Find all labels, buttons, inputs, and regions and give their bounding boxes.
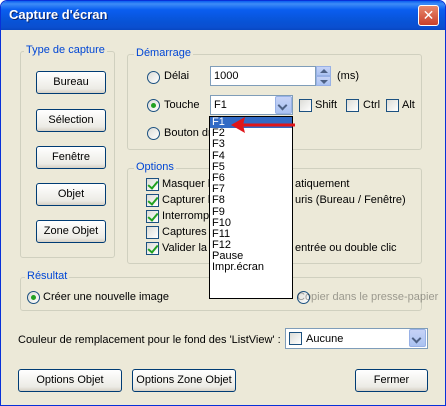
alt-label: Alt (402, 99, 415, 111)
key-radio[interactable] (147, 99, 160, 112)
window-title: Capture d'écran (9, 7, 108, 22)
close-icon[interactable]: ✕ (418, 5, 439, 26)
button-radio[interactable] (147, 127, 160, 140)
selection-button[interactable]: Sélection (36, 109, 106, 132)
objet-button[interactable]: Objet (36, 183, 106, 206)
option-tail-4: entrée ou double clic (295, 242, 397, 254)
key-option[interactable]: F3 (210, 139, 292, 150)
shift-checkbox[interactable] (299, 99, 312, 112)
options-zone-object-button[interactable]: Options Zone Objet (132, 369, 236, 392)
option-checkbox-4[interactable] (146, 242, 159, 255)
option-checkbox-1[interactable] (146, 194, 159, 207)
startup-legend: Démarrage (134, 47, 194, 59)
option-tail-0: atiquement (295, 178, 350, 190)
delay-unit: (ms) (337, 70, 359, 82)
listview-chevron-down-icon[interactable] (409, 329, 426, 347)
option-label-2: Interrompr (162, 210, 213, 222)
option-checkbox-0[interactable] (146, 178, 159, 191)
key-dropdown-list[interactable]: F1 F2 F3 F4 F5 F6 F7 F8 F9 F10 F11 F12 P… (209, 116, 293, 299)
option-tail-1: uris (Bureau / Fenêtre) (295, 194, 406, 206)
delay-input[interactable]: 1000 (210, 66, 316, 86)
option-label-4: Valider la s (162, 242, 216, 254)
delay-label: Délai (164, 70, 190, 82)
key-option[interactable]: F8 (210, 195, 292, 206)
key-option[interactable]: F9 (210, 206, 292, 218)
bureau-button[interactable]: Bureau (36, 71, 106, 94)
option-label-0: Masquer l (162, 178, 211, 190)
capture-type-legend: Type de capture (24, 44, 107, 56)
listview-color-label: Couleur de remplacement pour le fond des… (18, 334, 281, 346)
listview-color-value: Aucune (306, 333, 344, 345)
ctrl-checkbox[interactable] (346, 99, 359, 112)
delay-radio[interactable] (147, 71, 160, 84)
key-dropdown-chevron-down-icon[interactable] (275, 96, 292, 114)
options-object-button[interactable]: Options Objet (18, 369, 122, 392)
ctrl-label: Ctrl (363, 99, 381, 111)
option-checkbox-2[interactable] (146, 210, 159, 223)
delay-decrement-icon[interactable] (316, 76, 331, 86)
result-legend: Résultat (25, 270, 70, 282)
key-label: Touche (164, 99, 200, 111)
clipboard-label: Copier dans le presse-papier (297, 291, 439, 303)
listview-color-swatch (289, 332, 302, 345)
shift-label: Shift (315, 99, 338, 111)
close-button[interactable]: Fermer (355, 369, 428, 392)
red-arrow-icon (231, 117, 295, 133)
title-bar[interactable]: Capture d'écran ✕ (1, 1, 445, 30)
option-checkbox-3[interactable] (146, 226, 159, 239)
new-image-label: Créer une nouvelle image (43, 291, 169, 303)
zone-objet-button[interactable]: Zone Objet (36, 220, 106, 243)
new-image-radio[interactable] (27, 291, 40, 304)
fenetre-button[interactable]: Fenêtre (36, 146, 106, 169)
alt-checkbox[interactable] (386, 99, 399, 112)
delay-increment-icon[interactable] (316, 66, 331, 76)
options-legend: Options (134, 161, 176, 173)
capture-dialog: Capture d'écran ✕ Type de capture Bureau… (0, 0, 446, 406)
key-option[interactable]: Impr.écran (210, 262, 292, 273)
